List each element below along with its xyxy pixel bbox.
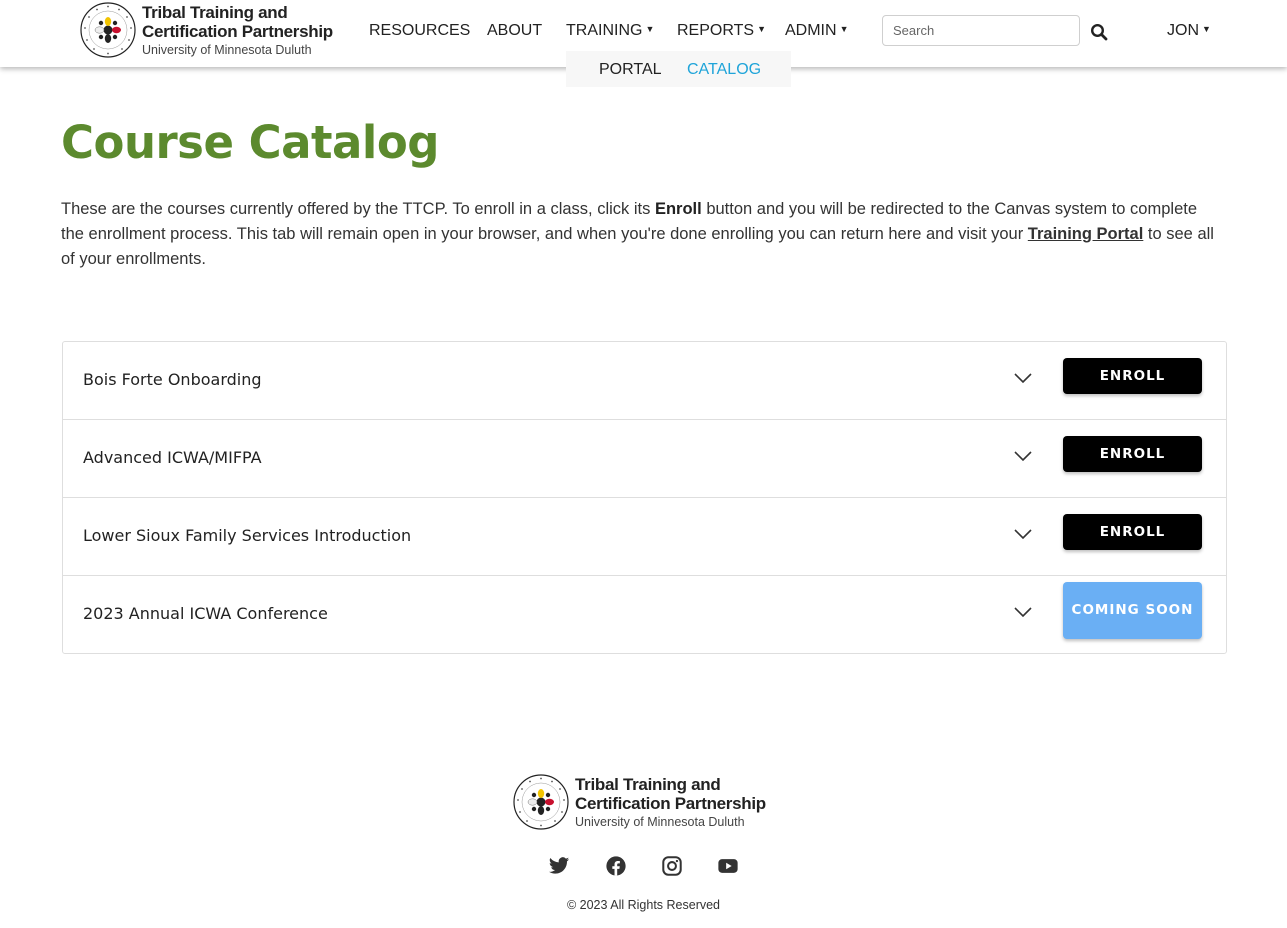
course-title: 2023 Annual ICWA Conference — [83, 604, 328, 623]
nav-item-admin[interactable]: Admin ▼ — [785, 22, 848, 40]
course-row[interactable]: Advanced ICWA/MIFPA Enroll — [63, 420, 1226, 498]
chevron-down-icon[interactable] — [1013, 528, 1033, 540]
training-portal-link[interactable]: Training Portal — [1028, 225, 1144, 243]
enroll-button[interactable]: Enroll — [1063, 436, 1202, 472]
instagram-icon[interactable] — [661, 855, 683, 877]
logo-line-3: University of Minnesota Duluth — [142, 42, 312, 57]
logo-line-3: University of Minnesota Duluth — [575, 814, 745, 829]
medicine-wheel-seal-icon — [80, 2, 136, 58]
nav-label: Admin — [785, 22, 837, 39]
social-links — [548, 855, 748, 877]
nav-item-training[interactable]: Training ▼ — [566, 22, 654, 40]
logo-line-2: Certification Partnership — [142, 21, 333, 41]
nav-label: About — [487, 22, 543, 39]
logo-text: Tribal Training and Certification Partne… — [575, 775, 766, 830]
medicine-wheel-seal-icon — [513, 774, 569, 830]
caret-down-icon: ▼ — [757, 24, 766, 34]
course-title: Bois Forte Onboarding — [83, 370, 262, 389]
training-submenu: Portal Catalog — [566, 51, 791, 87]
course-row[interactable]: Lower Sioux Family Services Introduction… — [63, 498, 1226, 576]
site-logo[interactable]: Tribal Training and Certification Partne… — [79, 1, 333, 59]
user-name: Jon — [1167, 22, 1199, 39]
course-title: Advanced ICWA/MIFPA — [83, 448, 262, 467]
course-accordion: Bois Forte Onboarding Enroll Advanced IC… — [62, 341, 1227, 654]
enroll-button[interactable]: Enroll — [1063, 514, 1202, 550]
chevron-down-icon[interactable] — [1013, 450, 1033, 462]
caret-down-icon: ▼ — [839, 24, 849, 34]
page-title: Course Catalog — [61, 116, 439, 169]
chevron-down-icon[interactable] — [1013, 606, 1033, 618]
enroll-button[interactable]: Enroll — [1063, 358, 1202, 394]
caret-down-icon: ▼ — [1202, 24, 1211, 34]
coming-soon-button[interactable]: Coming Soon — [1063, 582, 1202, 639]
youtube-icon[interactable] — [717, 855, 739, 877]
submenu-item-catalog[interactable]: Catalog — [687, 61, 761, 79]
logo-line-1: Tribal Training and — [575, 774, 721, 794]
chevron-down-icon[interactable] — [1013, 372, 1033, 384]
twitter-icon[interactable] — [548, 855, 570, 877]
logo-line-2: Certification Partnership — [575, 793, 766, 813]
logo-line-1: Tribal Training and — [142, 2, 288, 22]
submenu-item-portal[interactable]: Portal — [599, 61, 662, 79]
footer-logo[interactable]: Tribal Training and Certification Partne… — [512, 773, 766, 831]
intro-text: These are the courses currently offered … — [61, 200, 655, 218]
course-title: Lower Sioux Family Services Introduction — [83, 526, 412, 545]
search-input[interactable] — [882, 15, 1080, 46]
nav-item-about[interactable]: About — [487, 22, 542, 40]
user-menu[interactable]: Jon ▼ — [1167, 22, 1211, 40]
course-row[interactable]: Bois Forte Onboarding Enroll — [63, 342, 1226, 420]
nav-label: Resources — [369, 22, 471, 39]
nav-item-reports[interactable]: Reports ▼ — [677, 22, 766, 40]
intro-bold-enroll: Enroll — [654, 200, 702, 218]
nav-label: Reports — [677, 22, 755, 39]
copyright-text: © 2023 All Rights Reserved — [566, 898, 721, 912]
caret-down-icon: ▼ — [645, 24, 655, 34]
intro-paragraph: These are the courses currently offered … — [61, 197, 1221, 272]
nav-label: Training — [566, 22, 643, 39]
nav-item-resources[interactable]: Resources — [369, 22, 470, 40]
search-icon[interactable] — [1090, 23, 1108, 41]
logo-text: Tribal Training and Certification Partne… — [142, 3, 333, 58]
facebook-icon[interactable] — [605, 855, 627, 877]
course-row[interactable]: 2023 Annual ICWA Conference Coming Soon — [63, 576, 1226, 653]
